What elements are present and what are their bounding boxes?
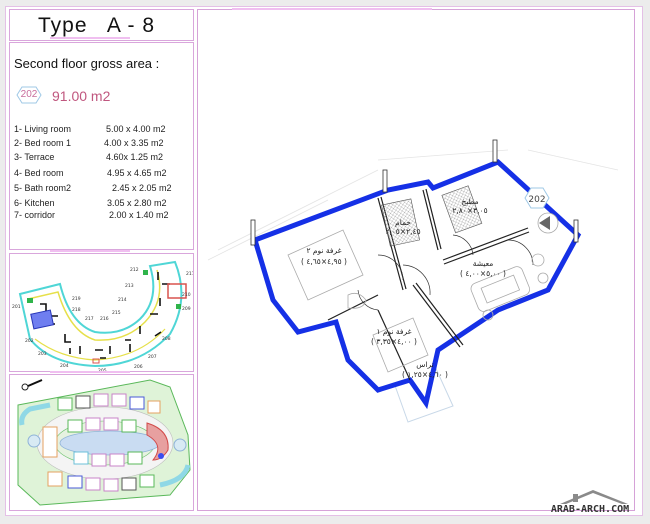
svg-text:204: 204 [60, 363, 69, 369]
fountain [27, 434, 41, 448]
room-name: معيشة [473, 259, 494, 268]
svg-text:209: 209 [182, 306, 191, 312]
site-watermark: ARAB-ARCH.COM [538, 488, 642, 518]
room-dims: 3.05 x 2.80 m2 [107, 198, 167, 208]
room-label: 3- Terrace [14, 152, 55, 162]
room-dims: 4.95 x 4.65 m2 [107, 168, 167, 178]
top-border-accent [232, 8, 432, 10]
green-marker [176, 304, 181, 309]
green-marker [143, 270, 148, 275]
highlight-dot [158, 453, 164, 459]
room-row: 6- Kitchen 3.05 x 2.80 m2 [14, 198, 167, 208]
room-dims: 4.00 x 3.35 m2 [104, 138, 164, 148]
svg-text:218: 218 [72, 307, 81, 313]
room-dims: ( ٤,٦٠×١,٢٥ ) [402, 370, 448, 379]
svg-text:217: 217 [85, 316, 94, 322]
pool [59, 430, 161, 456]
divider [50, 250, 130, 252]
north-arrow-icon [21, 383, 29, 391]
room-label: 7- corridor [14, 210, 56, 220]
svg-text:214: 214 [118, 297, 127, 303]
room-dims: 5.00 x 4.00 m2 [106, 124, 166, 134]
gross-area-value: 91.00 m2 [52, 88, 111, 104]
watermark-text: ARAB-ARCH.COM [550, 504, 630, 515]
unit-marker-label: 202 [528, 195, 545, 205]
room-dims: ( ٤,٩٥×٤,٦٥ ) [301, 257, 347, 266]
room-dims: ( ٤,٠٠×٣,٣٥ ) [371, 337, 417, 346]
svg-text:211: 211 [186, 271, 193, 277]
room-label: 1- Living room [14, 124, 72, 134]
area-heading: Second floor gross area : [14, 56, 160, 71]
svg-text:215: 215 [112, 310, 121, 316]
svg-text:212: 212 [130, 267, 139, 273]
svg-text:213: 213 [125, 283, 134, 289]
room-label: 2- Bed room 1 [14, 138, 72, 148]
room-name: غرفة نوم ٢ [306, 246, 341, 255]
svg-text:206: 206 [134, 364, 143, 370]
room-dims: ( ٥,٠٠×٤,٠٠ ) [460, 269, 506, 278]
green-marker [27, 298, 33, 303]
room-label: 4- Bed room [14, 168, 64, 178]
svg-text:210: 210 [182, 292, 191, 298]
divider [50, 371, 130, 373]
north-arrow-line [27, 379, 43, 387]
key-plan-drawing: 201202203 204205206 207208209 210211212 … [12, 260, 195, 374]
title-underline [50, 37, 130, 39]
svg-text:203: 203 [38, 351, 47, 357]
room-dims: 2.00 x 1.40 m2 [109, 210, 169, 220]
room-name: حمام [395, 218, 411, 227]
svg-text:216: 216 [100, 316, 109, 322]
room-label: 6- Kitchen [14, 198, 55, 208]
room-row: 5- Bath room2 2.45 x 2.05 m2 [14, 183, 172, 193]
room-name: غرفة نوم ١ [376, 327, 411, 336]
room-row: 7- corridor 2.00 x 1.40 m2 [14, 210, 169, 220]
floor-plan-drawing: 202 غرفة نوم ٢ ( ٤,٩٥×٤,٦٥ ) حمام ٢,٤٥×٢… [207, 139, 619, 423]
room-dims: ٣,٠٥×٢,٨٠ [452, 206, 487, 215]
floor-plan-panel: 202 غرفة نوم ٢ ( ٤,٩٥×٤,٦٥ ) حمام ٢,٤٥×٢… [197, 9, 635, 511]
room-name: تراس [416, 360, 433, 369]
room-dims: 2.45 x 2.05 m2 [112, 183, 172, 193]
key-plan-panel: 201202203 204205206 207208209 210211212 … [9, 253, 195, 374]
room-dims: 4.60x 1.25 m2 [106, 152, 164, 162]
svg-text:201: 201 [12, 304, 21, 310]
svg-text:208: 208 [162, 336, 171, 342]
fountain [173, 438, 187, 452]
site-plan-panel [9, 374, 194, 511]
area-panel: Second floor gross area : 202 91.00 m2 1… [9, 42, 194, 250]
svg-text:207: 207 [148, 354, 157, 360]
room-row: 2- Bed room 1 4.00 x 3.35 m2 [14, 138, 164, 148]
svg-text:219: 219 [72, 296, 81, 302]
unit-type-title: Type A - 8 [38, 14, 156, 37]
room-row: 1- Living room 5.00 x 4.00 m2 [14, 124, 166, 134]
room-row: 3- Terrace 4.60x 1.25 m2 [14, 152, 163, 162]
room-dims: ٢,٤٥×٢,٠٥ [385, 227, 420, 236]
room-label: 5- Bath room2 [14, 183, 72, 193]
room-name: مطبخ [461, 197, 478, 206]
site-plan-drawing [17, 379, 191, 506]
svg-text:202: 202 [25, 338, 34, 344]
unit-number: 202 [20, 89, 38, 100]
unit-hexagon-badge: 202 [16, 86, 42, 104]
room-row: 4- Bed room 4.95 x 4.65 m2 [14, 168, 167, 178]
